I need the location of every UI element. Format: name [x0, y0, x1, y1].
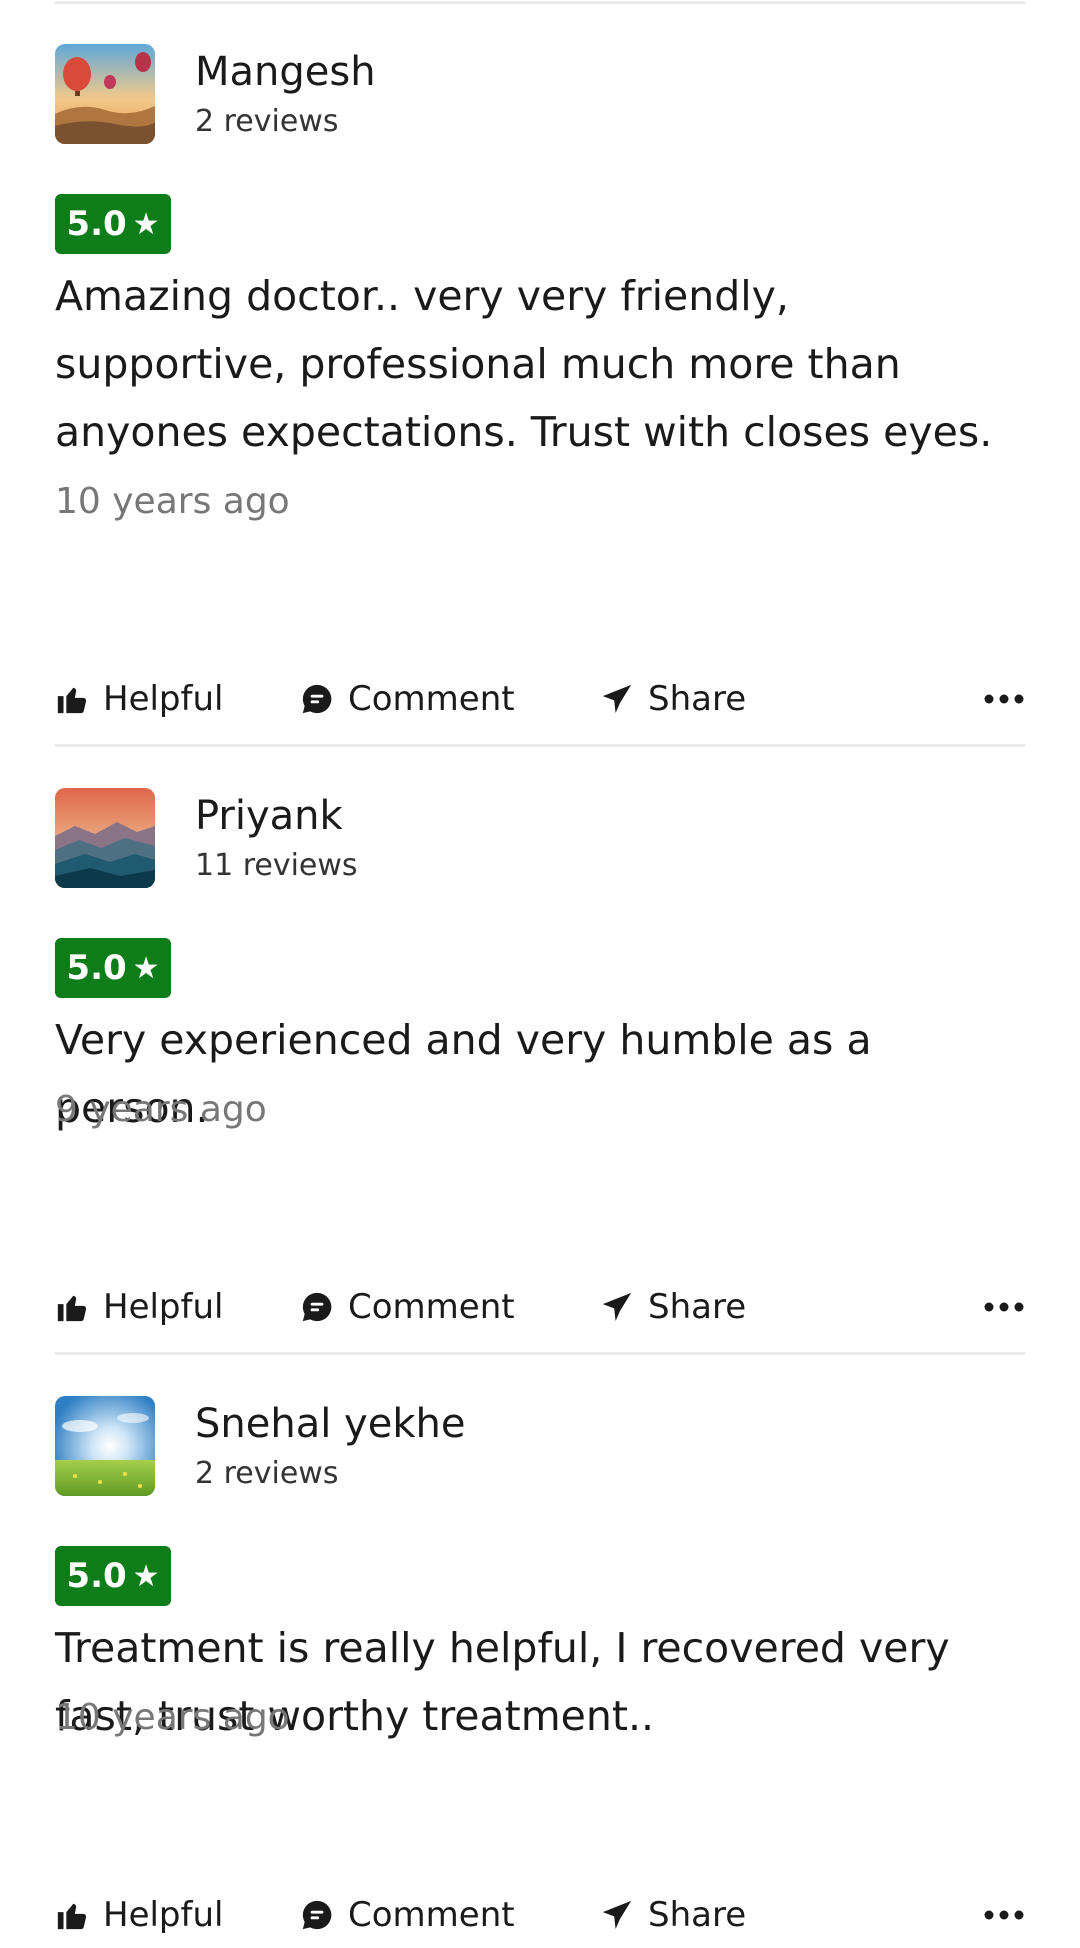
send-icon [600, 682, 634, 716]
rating-badge: 5.0 ★ [55, 194, 171, 254]
review-text: Amazing doctor.. very very friendly, sup… [55, 272, 993, 456]
helpful-button[interactable]: Helpful [55, 1282, 223, 1332]
helpful-label: Helpful [103, 1287, 224, 1327]
rating-badge: 5.0 ★ [55, 1546, 171, 1606]
more-dots-icon [983, 1906, 1025, 1925]
review-actions: Helpful Comment Share [55, 1890, 1025, 1940]
share-button[interactable]: Share [600, 1282, 746, 1332]
helpful-button[interactable]: Helpful [55, 1890, 223, 1940]
avatar[interactable] [55, 1396, 155, 1496]
review-header: Priyank 11 reviews [55, 788, 1025, 888]
review-card: Snehal yekhe 2 reviews 5.0 ★ Treatment i… [55, 1396, 1025, 1935]
comment-icon [300, 1898, 334, 1932]
reviewer-review-count: 11 reviews [195, 848, 358, 883]
rating-badge: 5.0 ★ [55, 938, 171, 998]
comment-icon [300, 1290, 334, 1324]
comment-button[interactable]: Comment [300, 1282, 515, 1332]
more-options-button[interactable] [975, 1890, 1025, 1940]
helpful-button[interactable]: Helpful [55, 674, 223, 724]
reviewer-review-count: 2 reviews [195, 1456, 339, 1491]
divider [55, 1, 1025, 4]
avatar[interactable] [55, 44, 155, 144]
more-options-button[interactable] [975, 1282, 1025, 1332]
review-time: 9 years ago [55, 1089, 267, 1130]
rating-value: 5.0 [66, 204, 127, 244]
send-icon [600, 1290, 634, 1324]
share-label: Share [648, 679, 747, 719]
comment-button[interactable]: Comment [300, 674, 515, 724]
star-icon: ★ [132, 950, 160, 986]
share-label: Share [648, 1895, 747, 1935]
rating-value: 5.0 [66, 1556, 127, 1596]
thumbs-up-icon [55, 1898, 89, 1932]
review-header: Mangesh 2 reviews [55, 44, 1025, 144]
rating-value: 5.0 [66, 948, 127, 988]
comment-button[interactable]: Comment [300, 1890, 515, 1940]
more-options-button[interactable] [975, 674, 1025, 724]
review-card: Priyank 11 reviews 5.0 ★ Very experience… [55, 788, 1025, 1327]
review-time: 10 years ago [55, 481, 290, 522]
comment-label: Comment [348, 679, 515, 719]
share-button[interactable]: Share [600, 1890, 746, 1940]
review-header: Snehal yekhe 2 reviews [55, 1396, 1025, 1496]
review-actions: Helpful Comment Share [55, 1282, 1025, 1332]
reviewer-review-count: 2 reviews [195, 104, 339, 139]
thumbs-up-icon [55, 1290, 89, 1324]
send-icon [600, 1898, 634, 1932]
avatar[interactable] [55, 788, 155, 888]
share-button[interactable]: Share [600, 674, 746, 724]
share-label: Share [648, 1287, 747, 1327]
helpful-label: Helpful [103, 1895, 224, 1935]
more-dots-icon [983, 1298, 1025, 1317]
review-actions: Helpful Comment Share [55, 674, 1025, 724]
more-dots-icon [983, 690, 1025, 709]
star-icon: ★ [132, 206, 160, 242]
comment-icon [300, 682, 334, 716]
thumbs-up-icon [55, 682, 89, 716]
comment-label: Comment [348, 1895, 515, 1935]
reviewer-name[interactable]: Mangesh [195, 48, 376, 96]
reviewer-name[interactable]: Priyank [195, 792, 343, 840]
review-card: Mangesh 2 reviews 5.0 ★ Amazing doctor..… [55, 44, 1025, 719]
divider [55, 744, 1025, 747]
helpful-label: Helpful [103, 679, 224, 719]
reviewer-name[interactable]: Snehal yekhe [195, 1400, 465, 1448]
star-icon: ★ [132, 1558, 160, 1594]
divider [55, 1352, 1025, 1355]
review-time: 10 years ago [55, 1697, 290, 1738]
comment-label: Comment [348, 1287, 515, 1327]
